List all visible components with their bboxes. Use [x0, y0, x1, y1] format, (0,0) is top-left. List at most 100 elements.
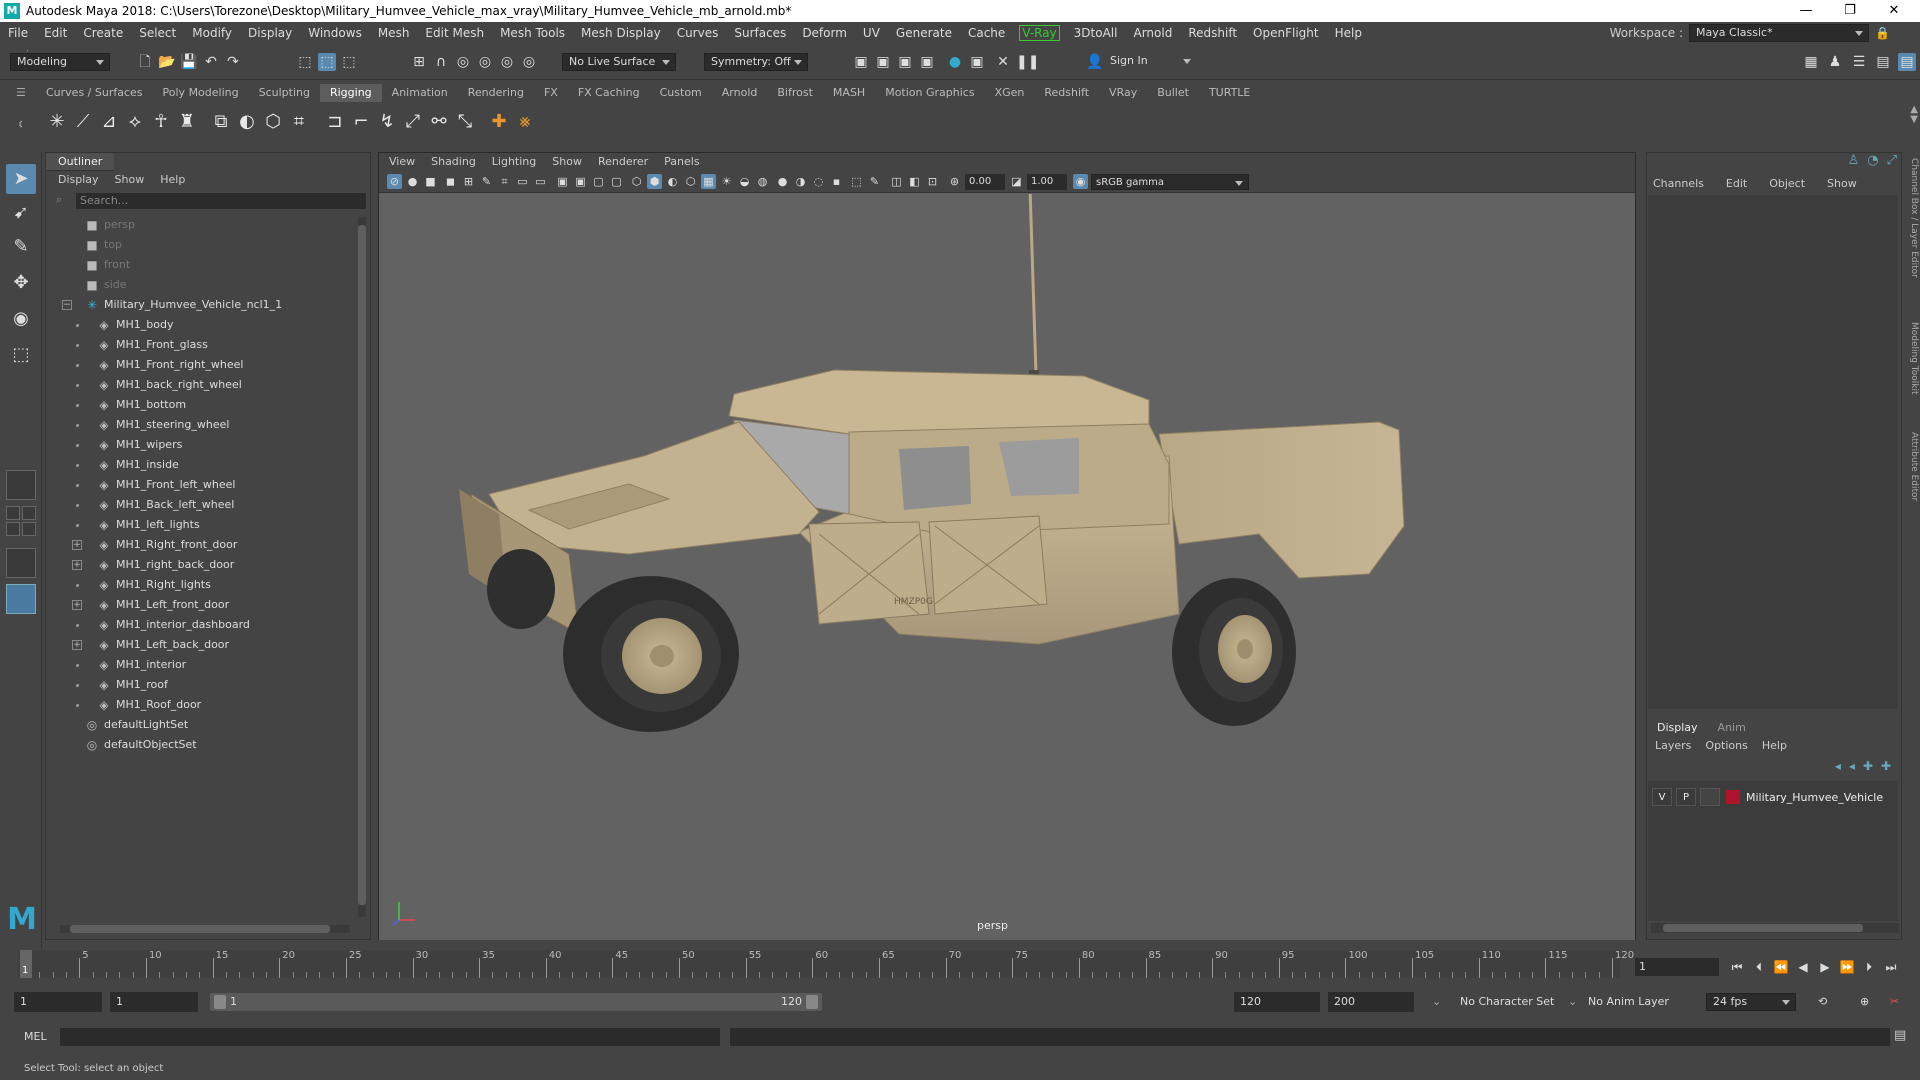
- play-backwards-icon[interactable]: ◀: [1794, 958, 1812, 976]
- depth-of-field-icon[interactable]: ◧: [907, 174, 922, 189]
- channels-menu[interactable]: Channels: [1653, 175, 1704, 193]
- outliner-row[interactable]: − ✳ Military_Humvee_Vehicle_ncl1_1: [46, 295, 356, 315]
- workspace-dropdown[interactable]: Maya Classic*: [1689, 24, 1870, 42]
- snap-surface-icon[interactable]: ◎: [498, 53, 516, 71]
- layer-color-swatch[interactable]: [1726, 790, 1740, 804]
- outliner-row[interactable]: ◈ MH1_wipers: [46, 435, 356, 455]
- fps-dropdown[interactable]: 24 fps: [1706, 993, 1796, 1011]
- edit-menu[interactable]: Edit: [1726, 175, 1747, 193]
- outliner-row[interactable]: ◈ MH1_steering_wheel: [46, 415, 356, 435]
- save-scene-icon[interactable]: 💾: [180, 53, 198, 71]
- expand-icon[interactable]: +: [72, 540, 82, 550]
- shelf-tab-xgen[interactable]: XGen: [985, 84, 1035, 102]
- outliner-row[interactable]: ◈ MH1_Back_left_wheel: [46, 495, 356, 515]
- safe-title-icon[interactable]: ▢: [609, 174, 624, 189]
- viewport-canvas[interactable]: HMZP0G persp: [379, 187, 1635, 940]
- menu-mesh[interactable]: Mesh: [370, 26, 418, 40]
- object-menu[interactable]: Object: [1769, 175, 1805, 193]
- isolate-select-icon[interactable]: ⬚: [849, 174, 864, 189]
- channel-box-help-icon[interactable]: ◔: [1867, 153, 1878, 168]
- menu-deform[interactable]: Deform: [794, 26, 855, 40]
- expand-icon[interactable]: +: [72, 560, 82, 570]
- attribute-editor-icon[interactable]: ☰: [1850, 53, 1868, 71]
- render-view-icon[interactable]: ●: [946, 53, 964, 71]
- locator-icon[interactable]: ✚: [486, 109, 512, 135]
- select-camera-icon[interactable]: ⊘: [387, 174, 402, 189]
- move-layer-up-icon[interactable]: ◂: [1835, 759, 1841, 773]
- outliner-row[interactable]: ■ side: [46, 275, 356, 295]
- time-slider-track[interactable]: 5 10 15 20 25 30 35 40 45 50 55 60 65 70 75 80 85 90 95 100…: [18, 950, 1634, 978]
- ambient-occlusion-icon[interactable]: ◍: [755, 174, 770, 189]
- tool-settings-icon[interactable]: ▤: [1874, 53, 1892, 71]
- range-start-handle[interactable]: [214, 995, 226, 1009]
- outliner-row[interactable]: ■ front: [46, 255, 356, 275]
- gamma-field[interactable]: 1.00: [1027, 174, 1067, 190]
- orient-constraint-icon[interactable]: ↯: [374, 109, 400, 135]
- outliner-menu-help[interactable]: Help: [160, 171, 185, 189]
- playback-start-field[interactable]: 1: [110, 992, 198, 1012]
- menu-mesh-display[interactable]: Mesh Display: [573, 26, 669, 40]
- redo-icon[interactable]: ↷: [224, 53, 242, 71]
- outliner-row[interactable]: ◈ MH1_interior_dashboard: [46, 615, 356, 635]
- animation-end-field[interactable]: 200: [1328, 992, 1414, 1012]
- four-view-layout-icon[interactable]: [6, 506, 20, 520]
- menu-mesh-tools[interactable]: Mesh Tools: [492, 26, 573, 40]
- viewport-menu-panels[interactable]: Panels: [664, 153, 699, 171]
- layer-display-type[interactable]: [1700, 788, 1720, 806]
- viewport-menu-shading[interactable]: Shading: [431, 153, 476, 171]
- shelf-tab-motion-graphics[interactable]: Motion Graphics: [875, 84, 984, 102]
- menu-generate[interactable]: Generate: [888, 26, 960, 40]
- shelf-tab-sculpting[interactable]: Sculpting: [249, 84, 320, 102]
- menu-display[interactable]: Display: [240, 26, 300, 40]
- menu-redshift[interactable]: Redshift: [1180, 26, 1245, 40]
- backface-culling-icon[interactable]: ▪: [829, 174, 844, 189]
- menu-vray[interactable]: V-Ray: [1019, 25, 1060, 41]
- menu-cache[interactable]: Cache: [960, 26, 1013, 40]
- menu-edit[interactable]: Edit: [36, 26, 75, 40]
- hypershade-icon[interactable]: ▣: [918, 53, 936, 71]
- range-bar[interactable]: 1 120: [210, 993, 822, 1011]
- shelf-scroll-icon[interactable]: ▲ ▼: [1910, 105, 1918, 125]
- humvee-model[interactable]: HMZP0G: [379, 187, 1635, 940]
- modeling-toolkit-icon[interactable]: ▦: [1802, 53, 1820, 71]
- render-settings-icon[interactable]: ▣: [896, 53, 914, 71]
- snap-grid-icon[interactable]: ⊞: [410, 53, 428, 71]
- aim-constraint-icon[interactable]: ⌐: [348, 109, 374, 135]
- image-plane-icon[interactable]: ◼: [443, 174, 458, 189]
- default-material-icon[interactable]: ◐: [665, 174, 680, 189]
- side-tab-channel-box[interactable]: Channel Box / Layer Editor: [1905, 158, 1919, 278]
- new-layer-icon[interactable]: ✚: [1863, 759, 1873, 773]
- lattice-icon[interactable]: ⬡: [260, 109, 286, 135]
- shelf-tab-bullet[interactable]: Bullet: [1147, 84, 1199, 102]
- shelf-tab-fx-caching[interactable]: FX Caching: [568, 84, 650, 102]
- shelf-tab-fx[interactable]: FX: [534, 84, 568, 102]
- move-tool-icon[interactable]: ✥: [6, 268, 36, 298]
- menu-curves[interactable]: Curves: [669, 26, 727, 40]
- gate-mask-icon[interactable]: ▣: [555, 174, 570, 189]
- step-back-key-icon[interactable]: ⏪: [1772, 958, 1790, 976]
- safe-action-icon[interactable]: ▢: [591, 174, 606, 189]
- menu-3dtoall[interactable]: 3DtoAll: [1066, 26, 1126, 40]
- outliner-row[interactable]: ◈ MH1_roof: [46, 675, 356, 695]
- outliner-row[interactable]: ■ top: [46, 235, 356, 255]
- grid-icon[interactable]: ⌗: [497, 174, 512, 189]
- outliner-row[interactable]: ◈ MH1_left_lights: [46, 515, 356, 535]
- viewport-menu-view[interactable]: View: [389, 153, 415, 171]
- 2d-pan-zoom-icon[interactable]: ⊞: [461, 174, 476, 189]
- menu-file[interactable]: File: [0, 26, 36, 40]
- script-editor-icon[interactable]: ▤: [1894, 1028, 1906, 1043]
- ipr-render-icon[interactable]: ▣: [874, 53, 892, 71]
- paint-select-icon[interactable]: ✎: [6, 232, 36, 262]
- pole-vector-icon[interactable]: ⤡: [452, 109, 478, 135]
- restore-button[interactable]: ❐: [1828, 0, 1872, 22]
- menu-uv[interactable]: UV: [855, 26, 888, 40]
- xray-icon[interactable]: ●: [775, 174, 790, 189]
- side-tab-modeling-toolkit[interactable]: Modeling Toolkit: [1905, 322, 1919, 395]
- menu-surfaces[interactable]: Surfaces: [726, 26, 794, 40]
- menu-help[interactable]: Help: [1327, 26, 1370, 40]
- menu-arnold[interactable]: Arnold: [1125, 26, 1180, 40]
- side-tab-attribute-editor[interactable]: Attribute Editor: [1905, 432, 1919, 501]
- select-object-icon[interactable]: ⬚: [318, 53, 336, 71]
- shelf-tab-rigging[interactable]: Rigging: [319, 84, 382, 102]
- outliner-horizontal-scrollbar[interactable]: [60, 925, 350, 933]
